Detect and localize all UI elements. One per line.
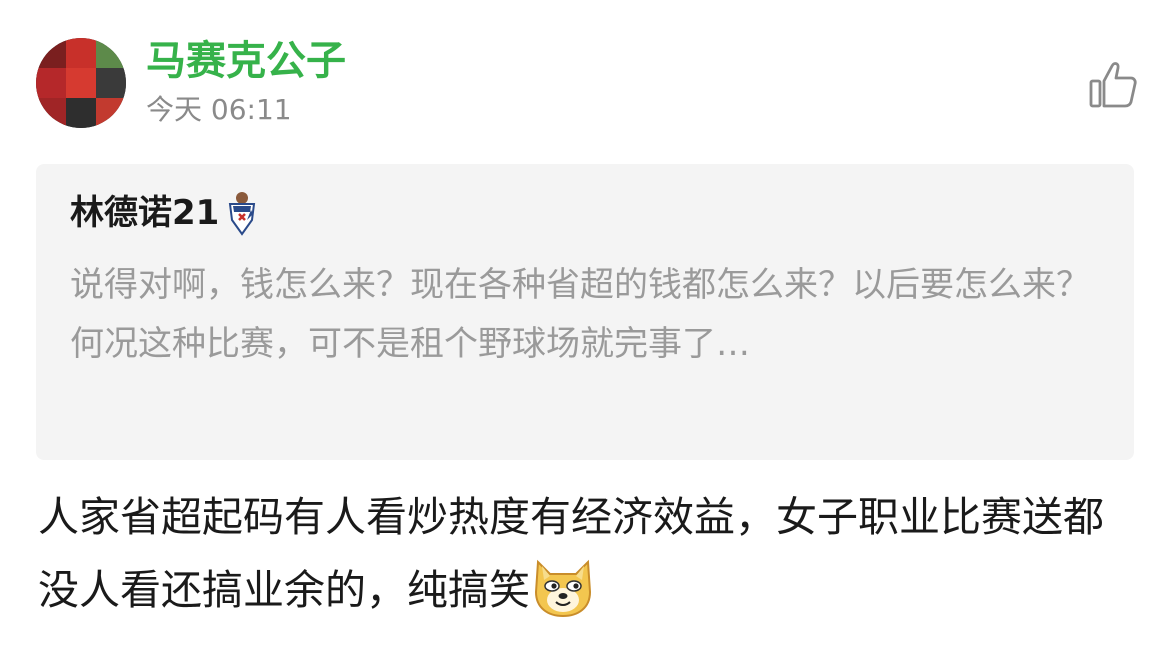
avatar-tile <box>36 68 66 98</box>
username[interactable]: 马赛克公子 <box>146 36 346 86</box>
avatar-tile <box>66 38 96 68</box>
like-button[interactable] <box>1086 58 1140 112</box>
timestamp: 今天 06:11 <box>146 93 292 126</box>
avatar-tile <box>66 68 96 98</box>
thumbs-up-icon <box>1089 62 1137 108</box>
avatar-tile <box>36 38 66 68</box>
avatar-tile <box>96 98 126 128</box>
doge-emoji-icon <box>534 559 592 618</box>
avatar[interactable] <box>36 38 126 128</box>
quote-author[interactable]: 林德诺21 <box>70 190 219 236</box>
quote-text: 说得对啊，钱怎么来？现在各种省超的钱都怎么来？以后要怎么来？何况这种比赛，可不是… <box>70 265 1090 364</box>
team-badge-icon <box>229 192 256 236</box>
avatar-tile <box>66 98 96 128</box>
comment-body: 人家省超起码有人看炒热度有经济效益，女子职业比赛送都没人看还搞业余的，纯搞笑 <box>38 482 1138 625</box>
avatar-tile <box>96 38 126 68</box>
avatar-tile <box>36 98 66 128</box>
quoted-comment[interactable]: 林德诺21 说得对啊，钱怎么来？现在各种省超的钱都怎么来？以后要怎么来？何况这种… <box>36 164 1134 460</box>
quote-author-row: 林德诺21 <box>70 190 257 236</box>
avatar-tile <box>96 68 126 98</box>
